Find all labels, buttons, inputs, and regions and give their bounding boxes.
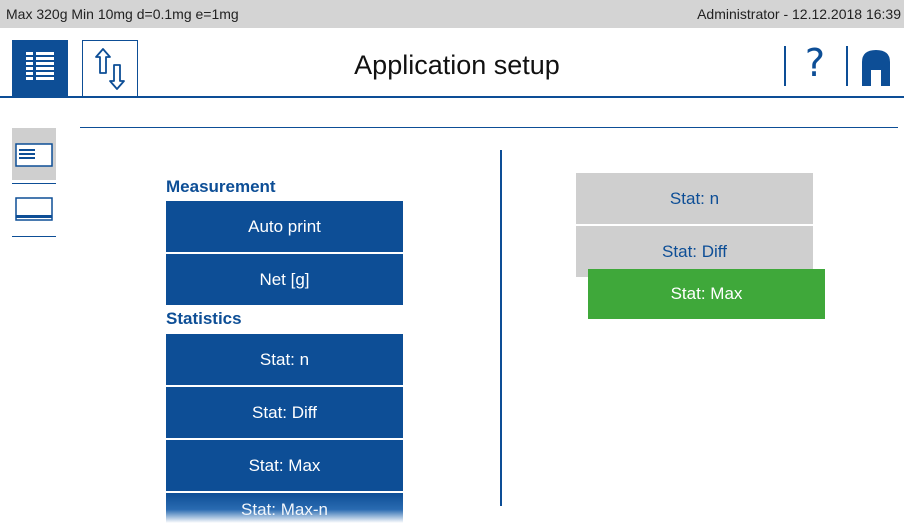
available-item-stat-max[interactable]: Stat: Max: [166, 440, 403, 491]
header-underline: [0, 96, 904, 98]
side-tab-display[interactable]: [12, 128, 56, 180]
status-bar: Max 320g Min 10mg d=0.1mg e=1mg Administ…: [0, 0, 904, 28]
side-tab-separator: [12, 236, 56, 237]
group-label-statistics: Statistics: [166, 309, 242, 328]
available-item-stat-diff[interactable]: Stat: Diff: [166, 387, 403, 438]
selected-item-stat-n[interactable]: Stat: n: [576, 173, 813, 224]
printout-icon: [15, 197, 53, 221]
header-separator: [784, 46, 786, 86]
column-divider: [500, 150, 502, 506]
list-menu-icon: [26, 52, 54, 80]
content-top-rule: [80, 127, 898, 128]
home-icon: [862, 50, 890, 86]
available-item-auto-print[interactable]: Auto print: [166, 201, 403, 252]
group-label-measurement: Measurement: [166, 177, 276, 196]
user-datetime-text: Administrator - 12.12.2018 16:39: [697, 6, 901, 22]
home-button[interactable]: [856, 44, 896, 88]
display-settings-icon: [15, 143, 53, 167]
question-icon: ?: [804, 41, 826, 85]
available-item-stat-max-n[interactable]: Stat: Max-n: [166, 493, 403, 523]
page-title: Application setup: [354, 50, 560, 80]
available-item-net[interactable]: Net [g]: [166, 254, 403, 305]
up-down-arrows-icon: [95, 48, 125, 90]
menu-button[interactable]: [12, 40, 68, 96]
header-separator: [846, 46, 848, 86]
side-tab-separator: [12, 183, 56, 184]
selected-item-stat-max[interactable]: Stat: Max: [588, 269, 825, 319]
swap-button[interactable]: [82, 40, 138, 98]
available-item-stat-n[interactable]: Stat: n: [166, 334, 403, 385]
scale-spec-text: Max 320g Min 10mg d=0.1mg e=1mg: [6, 6, 239, 22]
help-button[interactable]: ?: [794, 40, 836, 90]
side-tab-printout[interactable]: [12, 188, 56, 236]
